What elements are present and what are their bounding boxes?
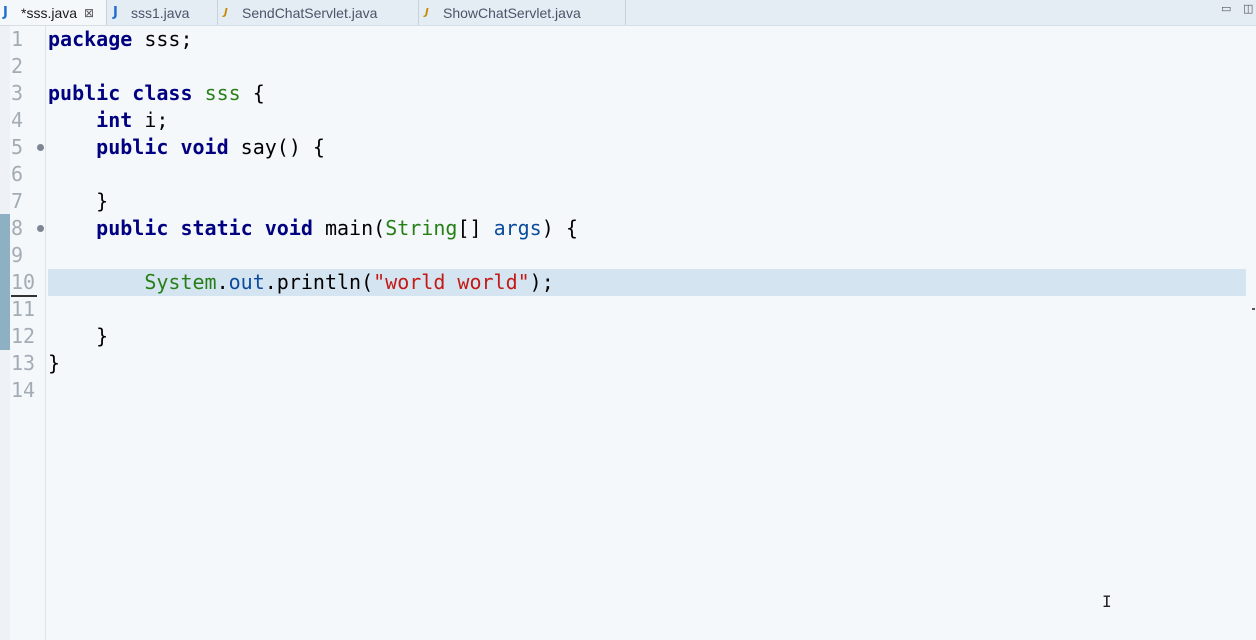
line-number: 10 xyxy=(11,269,37,297)
code-token: ) { xyxy=(541,216,578,240)
code-line[interactable]: 6 xyxy=(0,161,1256,188)
line-number: 7 xyxy=(11,189,24,213)
code-editor[interactable]: 1 package sss; 2 3 public class sss {4 int i… xyxy=(0,26,1256,640)
code-text: int i; xyxy=(48,107,168,134)
line-number: 11 xyxy=(11,297,36,321)
code-token: } xyxy=(48,351,61,375)
code-token: "world world" xyxy=(373,270,530,294)
line-number: 5 xyxy=(11,135,24,159)
java-servlet-icon: J xyxy=(224,7,228,18)
maximize-icon[interactable]: ◫ xyxy=(1243,2,1253,15)
line-number: 14 xyxy=(11,378,36,402)
tab-label: SendChatServlet.java xyxy=(242,4,378,21)
code-token: public xyxy=(48,81,121,105)
code-text: System.out.println("world world"); xyxy=(48,269,554,296)
code-text: public void say() { xyxy=(48,134,325,161)
tab-sss1-java[interactable]: J sss1.java xyxy=(107,0,218,25)
code-token: public xyxy=(96,216,169,240)
code-token: .println( xyxy=(264,270,374,294)
code-text: package sss; xyxy=(48,26,193,53)
java-file-icon: J xyxy=(3,5,8,20)
code-token: sss; xyxy=(132,27,193,51)
code-line[interactable]: 11 xyxy=(0,296,1256,323)
code-token: . xyxy=(216,270,229,294)
code-line[interactable]: 9 xyxy=(0,242,1256,269)
code-token: sss xyxy=(204,81,241,105)
overview-mark xyxy=(1252,308,1255,310)
line-number: 8 xyxy=(11,216,24,240)
code-line[interactable]: 5 public void say() { xyxy=(0,134,1256,161)
code-token: void xyxy=(180,135,229,159)
tab-label: sss1.java xyxy=(131,4,190,21)
code-token: say() { xyxy=(228,135,325,159)
line-number: 3 xyxy=(11,81,24,105)
code-token: } xyxy=(48,324,109,348)
code-token: } xyxy=(48,189,109,213)
code-line[interactable]: 7 } xyxy=(0,188,1256,215)
code-token: String xyxy=(385,216,458,240)
code-token: [] xyxy=(457,216,494,240)
code-line[interactable]: 4 int i; xyxy=(0,107,1256,134)
code-token: public xyxy=(96,135,169,159)
code-token: args xyxy=(493,216,542,240)
code-line[interactable]: 8 public static void main(String[] args)… xyxy=(0,215,1256,242)
code-text: } xyxy=(48,350,60,377)
code-token: i; xyxy=(132,108,169,132)
code-line[interactable]: 12 } xyxy=(0,323,1256,350)
java-file-icon: J xyxy=(113,5,118,20)
code-token: { xyxy=(240,81,265,105)
code-token: package xyxy=(48,27,133,51)
java-servlet-icon: J xyxy=(425,7,429,18)
editor-tab-bar: J *sss.java ⊠ J sss1.java J SendChatServ… xyxy=(0,0,1256,26)
code-token: class xyxy=(132,81,193,105)
tab-label: *sss.java xyxy=(21,4,78,21)
line-number: 1 xyxy=(11,27,24,51)
tab-showchatservlet-java[interactable]: J ShowChatServlet.java xyxy=(419,0,626,25)
tab-sendchatservlet-java[interactable]: J SendChatServlet.java xyxy=(218,0,419,25)
fold-toggle-icon[interactable] xyxy=(37,225,44,232)
code-token: static xyxy=(180,216,253,240)
fold-toggle-icon[interactable] xyxy=(37,144,44,151)
code-line[interactable]: 1 package sss; xyxy=(0,26,1256,53)
code-text: } xyxy=(48,323,108,350)
code-token: main( xyxy=(312,216,386,240)
code-token: int xyxy=(96,108,133,132)
code-line[interactable]: 3 public class sss { xyxy=(0,80,1256,107)
tab-sss-java[interactable]: J *sss.java ⊠ xyxy=(0,0,107,25)
line-number: 9 xyxy=(11,243,24,267)
code-token: ); xyxy=(529,270,554,294)
line-number: 13 xyxy=(11,351,36,375)
line-number: 12 xyxy=(11,324,36,348)
line-number: 2 xyxy=(11,54,24,78)
code-text: } xyxy=(48,188,108,215)
code-token: System xyxy=(144,270,217,294)
line-number: 6 xyxy=(11,162,24,186)
line-number: 4 xyxy=(11,108,24,132)
code-token: out xyxy=(228,270,265,294)
code-line[interactable]: 14 xyxy=(0,377,1256,404)
minimize-icon[interactable]: ▭ xyxy=(1221,2,1231,15)
code-line[interactable]: 13} xyxy=(0,350,1256,377)
code-line[interactable]: 10 System.out.println("world world"); xyxy=(0,269,1256,297)
code-token: void xyxy=(264,216,313,240)
text-cursor-icon: I xyxy=(1102,592,1112,611)
tab-label: ShowChatServlet.java xyxy=(443,4,581,21)
close-tab-icon[interactable]: ⊠ xyxy=(84,6,94,20)
code-line[interactable]: 2 xyxy=(0,53,1256,80)
code-text: public static void main(String[] args) { xyxy=(48,215,578,242)
code-text: public class sss { xyxy=(48,80,265,107)
